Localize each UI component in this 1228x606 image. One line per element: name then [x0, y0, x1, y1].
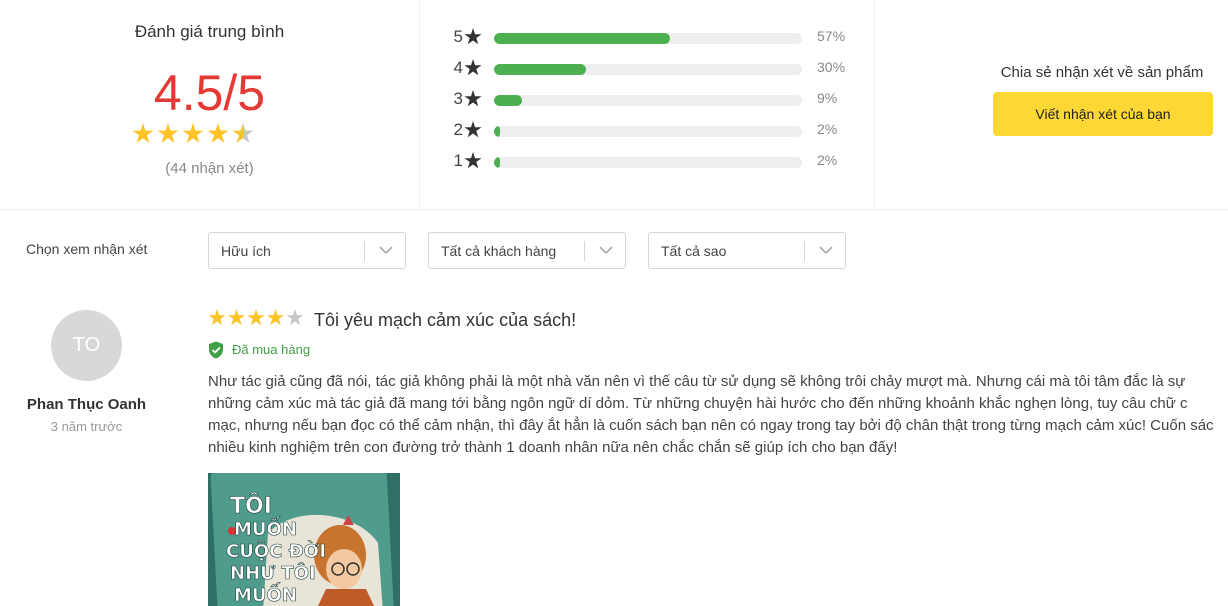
star-level: 5: [453, 27, 463, 46]
star-icon: [232, 123, 254, 143]
sort-select[interactable]: Hữu ích: [208, 232, 406, 269]
rating-bar-track: [494, 64, 802, 75]
star-icon: [286, 309, 304, 326]
star-filter-select[interactable]: Tất cả sao: [648, 232, 846, 269]
average-rating-panel: Đánh giá trung bình 4.5/5 (44 nhận xét): [0, 0, 420, 210]
rating-bar-track: [494, 126, 802, 137]
rating-percent: 30%: [817, 59, 846, 75]
select-divider: [364, 241, 365, 261]
rating-percent: 9%: [817, 90, 838, 106]
write-review-button[interactable]: Viết nhận xét của bạn: [993, 92, 1213, 136]
review-rating-stars: [208, 309, 304, 326]
review-time: 3 năm trước: [50, 419, 123, 434]
review-body-line: Như tác giả cũng đã nói, tác giả không p…: [208, 373, 1186, 390]
chevron-down-icon: [379, 246, 393, 255]
chevron-down-icon: [819, 246, 833, 255]
star-icon: [464, 152, 482, 169]
rating-distribution: 5 57% 4 30% 3 9% 2 2% 1 2%: [421, 0, 875, 210]
star-level: 4: [453, 58, 463, 77]
sort-select-value: Hữu ích: [221, 243, 271, 259]
star-icon: [464, 28, 482, 45]
share-review-title: Chia sẻ nhận xét về sản phẩm: [1000, 64, 1204, 81]
rating-distribution-row: 3 9%: [451, 87, 871, 111]
rating-summary: Đánh giá trung bình 4.5/5 (44 nhận xét) …: [0, 0, 1228, 210]
star-icon: [208, 309, 226, 326]
customer-filter-value: Tất cả khách hàng: [441, 243, 557, 259]
star-icon: [464, 59, 482, 76]
review-body-line: nhiều kinh nghiệm trên con đường trở thà…: [208, 439, 898, 456]
star-icon: [464, 90, 482, 107]
star-icon: [207, 123, 229, 143]
star-icon: [247, 309, 265, 326]
review-count: (44 nhận xét): [165, 160, 254, 177]
rating-distribution-row: 2 2%: [451, 118, 871, 142]
filter-label: Chọn xem nhận xét: [26, 241, 148, 257]
rating-percent: 2%: [817, 121, 838, 137]
rating-bar-fill: [494, 95, 522, 106]
rating-bar-fill: [494, 64, 587, 75]
star-icon: [266, 309, 285, 326]
review-body: Như tác giả cũng đã nói, tác giả không p…: [208, 371, 1228, 459]
star-icon: [182, 123, 204, 143]
star-icon: [157, 123, 179, 143]
review-title: Tôi yêu mạch cảm xúc của sách!: [314, 310, 577, 330]
verified-purchase-label: Đã mua hàng: [232, 342, 311, 357]
avatar: TO: [51, 310, 122, 381]
star-icon: [464, 121, 482, 138]
star-level: 3: [453, 89, 463, 108]
cover-text: CUỘC ĐỜI: [226, 540, 326, 562]
rating-bar-track: [494, 157, 802, 168]
rating-distribution-row: 4 30%: [451, 56, 871, 80]
star-filter-value: Tất cả sao: [661, 243, 727, 259]
cover-text: MUỐN: [234, 516, 297, 540]
share-review-panel: Chia sẻ nhận xét về sản phẩm Viết nhận x…: [876, 0, 1228, 210]
rating-bar-track: [494, 33, 802, 44]
rating-bar-fill: [494, 33, 670, 44]
cover-text: NHƯ TÔI: [230, 562, 316, 584]
review-body-line: mạc, nhưng nếu bạn đọc có thể cảm nhận, …: [208, 417, 1214, 434]
rating-percent: 57%: [817, 28, 846, 44]
rating-bar-fill: [494, 126, 501, 137]
rating-bar-fill: [494, 157, 501, 168]
average-rating-score: 4.5/5: [153, 65, 266, 121]
book-cover-image: TÔI MUỐN CUỘC ĐỜI NHƯ TÔI MUỐN: [208, 473, 400, 606]
shield-check-icon: [209, 341, 223, 359]
average-rating-title: Đánh giá trung bình: [134, 22, 285, 41]
review-photo[interactable]: TÔI MUỐN CUỘC ĐỜI NHƯ TÔI MUỐN: [208, 473, 400, 606]
chevron-down-icon: [599, 246, 613, 255]
select-divider: [584, 241, 585, 261]
star-level: 2: [453, 120, 463, 139]
star-level: 1: [453, 151, 463, 170]
star-icon: [132, 123, 154, 143]
select-divider: [804, 241, 805, 261]
cover-text: TÔI: [230, 493, 272, 519]
customer-filter-select[interactable]: Tất cả khách hàng: [428, 232, 626, 269]
review-body-line: những cảm xúc mà tác giả đã mang tới bằn…: [208, 395, 1188, 412]
rating-distribution-row: 5 57%: [451, 25, 871, 49]
reviewer-name: Phan Thục Oanh: [26, 396, 147, 413]
rating-bar-track: [494, 95, 802, 106]
cover-text: MUỐN: [234, 582, 297, 606]
average-rating-stars: [132, 123, 254, 143]
star-icon: [227, 309, 246, 326]
rating-percent: 2%: [817, 152, 838, 168]
rating-distribution-row: 1 2%: [451, 149, 871, 173]
